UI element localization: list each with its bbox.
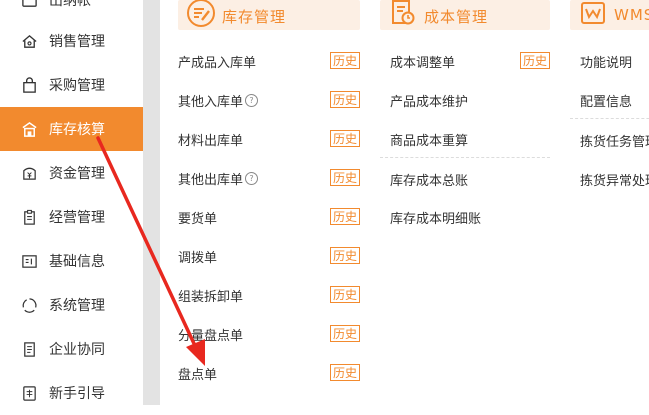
sidebar-item-label: 销售管理 <box>49 34 105 50</box>
wms-header: WMS <box>570 0 649 30</box>
history-badge[interactable]: 历史 <box>330 208 361 225</box>
help-icon[interactable]: ? <box>245 93 259 107</box>
menu-item-label: 拣货异常处理 <box>580 173 649 189</box>
menu-item-partial-count[interactable]: 分量盘点单 <box>178 323 243 345</box>
menu-item-cost-adjust[interactable]: 成本调整单 <box>390 50 455 72</box>
sidebar-separator <box>143 0 160 405</box>
group-divider <box>380 157 550 158</box>
new-icon <box>20 384 38 402</box>
cost-title: 成本管理 <box>424 8 489 26</box>
sidebar-item-label: 基础信息 <box>49 254 105 270</box>
menu-item-finished-goods-in[interactable]: 产成品入库单 <box>178 50 256 72</box>
menu-item-label: 功能说明 <box>580 55 633 71</box>
menu-item-other-in[interactable]: 其他入库单? <box>178 89 259 111</box>
menu-item-pick-task[interactable]: 拣货任务管理 <box>580 129 649 151</box>
history-badge[interactable]: 历史 <box>330 247 361 264</box>
menu-item-label: 盘点单 <box>178 367 218 383</box>
document-icon <box>20 340 38 358</box>
sidebar-item-label: 系统管理 <box>49 298 105 314</box>
sidebar-item-system[interactable]: 系统管理 <box>0 283 143 327</box>
menu-panel: 库存管理 产成品入库单 历史 其他入库单? 历史 材料出库单 历史 其他出库单?… <box>160 0 649 405</box>
sidebar-item-inventory[interactable]: 库存核算 <box>0 107 143 151</box>
menu-item-cost-detail[interactable]: 库存成本明细账 <box>390 206 481 228</box>
menu-item-material-out[interactable]: 材料出库单 <box>178 128 243 150</box>
sidebar-item-label: 库存核算 <box>49 122 105 138</box>
menu-item-label: 成本调整单 <box>390 55 456 71</box>
menu-item-label: 其他入库单 <box>178 94 244 110</box>
edit-note-icon <box>187 0 215 27</box>
history-badge[interactable]: 历史 <box>330 364 361 381</box>
cost-header: 成本管理 <box>380 0 550 30</box>
cash-icon <box>20 0 38 9</box>
sidebar-item-label: 出纳帐 <box>49 0 91 9</box>
menu-item-stocktake[interactable]: 盘点单 <box>178 362 217 384</box>
menu-item-product-cost[interactable]: 产品成本维护 <box>390 89 468 111</box>
history-badge[interactable]: 历史 <box>330 91 361 108</box>
sidebar-item-label: 新手引导 <box>49 386 105 402</box>
sidebar: 出纳帐 销售管理 采购管理 库存核算 资金管理 经营管理 基础信息 系统管理 企… <box>0 0 143 405</box>
store-icon <box>20 120 38 138</box>
menu-item-label: 组装拆卸单 <box>178 289 244 305</box>
menu-item-label: 调拨单 <box>178 250 218 266</box>
menu-item-feature-desc[interactable]: 功能说明 <box>580 50 632 72</box>
menu-item-label: 要货单 <box>178 211 218 227</box>
inventory-header: 库存管理 <box>178 0 360 30</box>
sidebar-item-operations[interactable]: 经营管理 <box>0 195 143 239</box>
group-divider <box>570 118 649 119</box>
history-badge[interactable]: 历史 <box>520 52 551 69</box>
wms-title: WMS <box>614 6 649 24</box>
sidebar-item-sales[interactable]: 销售管理 <box>0 19 143 63</box>
sidebar-item-collaboration[interactable]: 企业协同 <box>0 327 143 371</box>
menu-item-label: 配置信息 <box>580 94 633 110</box>
clipboard-icon <box>20 208 38 226</box>
menu-item-pick-exception[interactable]: 拣货异常处理 <box>580 168 649 190</box>
menu-item-label: 商品成本重算 <box>390 133 469 149</box>
menu-item-other-out[interactable]: 其他出库单? <box>178 167 259 189</box>
menu-item-transfer[interactable]: 调拨单 <box>178 245 217 267</box>
menu-item-cost-recalc[interactable]: 商品成本重算 <box>390 128 468 150</box>
history-badge[interactable]: 历史 <box>330 52 361 69</box>
id-card-icon <box>20 252 38 270</box>
wms-box-icon <box>581 2 605 24</box>
inventory-title: 库存管理 <box>222 8 287 26</box>
house-icon <box>20 32 38 50</box>
sidebar-item-purchase[interactable]: 采购管理 <box>0 63 143 107</box>
menu-item-cost-ledger[interactable]: 库存成本总账 <box>390 168 468 190</box>
sidebar-item-basic-info[interactable]: 基础信息 <box>0 239 143 283</box>
menu-item-label: 材料出库单 <box>178 133 244 149</box>
sidebar-item-label: 企业协同 <box>49 342 105 358</box>
cost-doc-icon <box>392 0 415 25</box>
menu-item-label: 分量盘点单 <box>178 328 244 344</box>
sidebar-item-funds[interactable]: 资金管理 <box>0 151 143 195</box>
cost-column: 成本管理 成本调整单 历史 产品成本维护 商品成本重算 库存成本总账 库存成本明… <box>380 0 551 227</box>
history-badge[interactable]: 历史 <box>330 286 361 303</box>
sidebar-item-label: 经营管理 <box>49 210 105 226</box>
menu-item-label: 其他出库单 <box>178 172 244 188</box>
menu-item-assembly[interactable]: 组装拆卸单 <box>178 284 243 306</box>
yen-icon <box>20 164 38 182</box>
inventory-column: 库存管理 产成品入库单 历史 其他入库单? 历史 材料出库单 历史 其他出库单?… <box>178 0 361 383</box>
menu-item-requisition[interactable]: 要货单 <box>178 206 217 228</box>
history-badge[interactable]: 历史 <box>330 169 361 186</box>
menu-item-label: 产成品入库单 <box>178 55 257 71</box>
menu-item-label: 产品成本维护 <box>390 94 469 110</box>
menu-item-config[interactable]: 配置信息 <box>580 89 632 111</box>
bag-icon <box>20 76 38 94</box>
wms-column: WMS 功能说明 配置信息 拣货任务管理 拣货异常处理 <box>570 0 649 189</box>
menu-item-label: 库存成本明细账 <box>390 211 482 227</box>
history-badge[interactable]: 历史 <box>330 130 361 147</box>
help-icon[interactable]: ? <box>245 171 259 185</box>
sidebar-item-label: 采购管理 <box>49 78 105 94</box>
history-badge[interactable]: 历史 <box>330 325 361 342</box>
sidebar-item-guide[interactable]: 新手引导 <box>0 371 143 415</box>
menu-item-label: 拣货任务管理 <box>580 134 649 150</box>
sidebar-item-label: 资金管理 <box>49 166 105 182</box>
menu-item-label: 库存成本总账 <box>390 173 469 189</box>
cycle-icon <box>20 296 38 314</box>
